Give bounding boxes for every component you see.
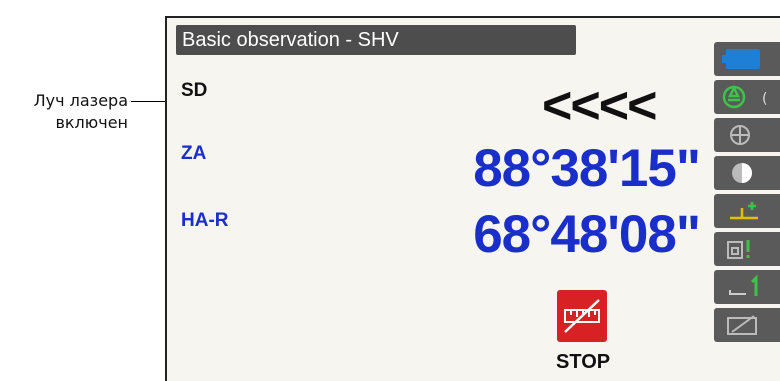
ruler-crossed-icon (564, 299, 600, 333)
half-circle-icon (732, 163, 752, 183)
instrument-screen: Basic observation - SHV SD <<<< ZA 88°38… (165, 16, 780, 381)
stop-label: STOP (556, 351, 611, 373)
laser-callout-text: Луч лазера включен (0, 90, 128, 134)
battery-icon (722, 49, 760, 69)
tilt-icon (730, 202, 758, 220)
target-icon: ( (722, 85, 767, 109)
edit-button[interactable] (714, 308, 780, 342)
har-label: HA-R (181, 210, 229, 231)
stop-laser-button[interactable] (557, 290, 607, 342)
wall-button[interactable] (714, 232, 780, 266)
wall-icon (727, 240, 750, 259)
battery-button[interactable] (714, 42, 780, 76)
callout-line-2: включен (55, 113, 128, 132)
half-circle-button[interactable] (714, 156, 780, 190)
edit-icon (727, 315, 757, 335)
crosshair-icon (730, 125, 750, 145)
screen-title: Basic observation - SHV (182, 29, 399, 51)
callout-line-1: Луч лазера (33, 91, 128, 110)
level-button[interactable] (714, 270, 780, 304)
za-label: ZA (181, 143, 207, 164)
crosshair-button[interactable] (714, 118, 780, 152)
svg-text:(: ( (762, 91, 767, 107)
tilt-button[interactable] (714, 194, 780, 228)
za-value: 88°38'15" (473, 139, 701, 198)
laser-on-indicator: <<<< (542, 77, 657, 135)
target-button[interactable]: ( (714, 80, 780, 114)
level-1-icon (729, 274, 758, 296)
title-bar: Basic observation - SHV (176, 25, 576, 55)
har-value: 68°48'08" (473, 205, 701, 264)
sd-label: SD (181, 80, 208, 101)
